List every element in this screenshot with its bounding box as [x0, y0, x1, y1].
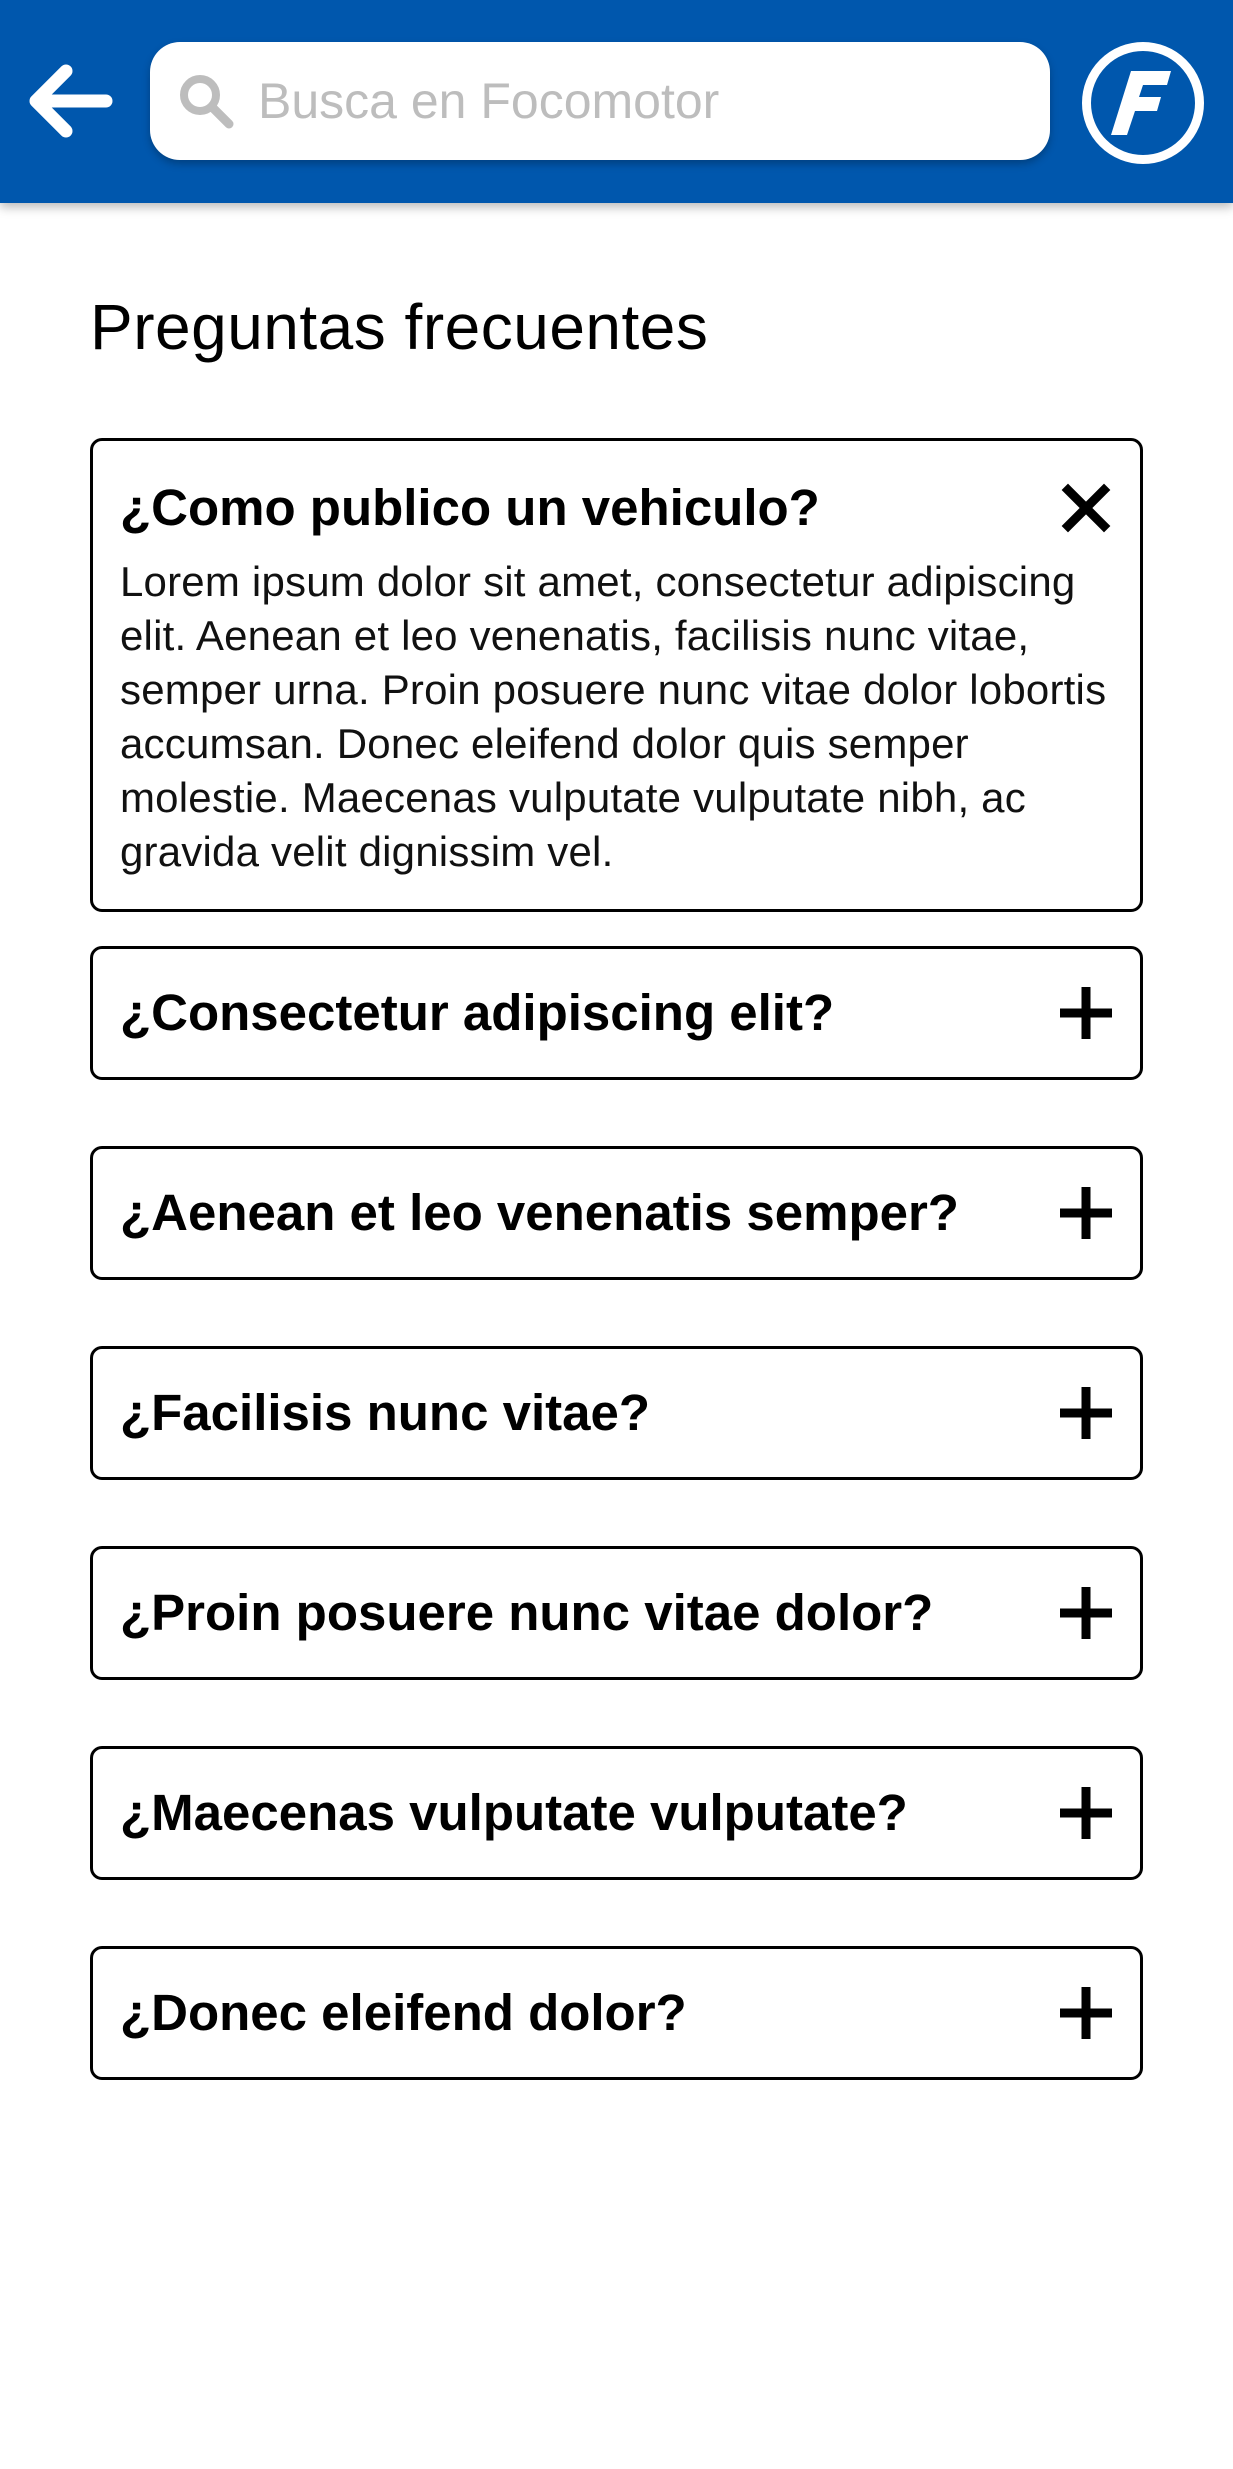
- back-button[interactable]: [24, 55, 116, 147]
- faq-item: ¿Consectetur adipiscing elit?: [90, 946, 1143, 1080]
- faq-item: ¿Como publico un vehiculo? Lorem ipsum d…: [90, 438, 1143, 912]
- faq-header[interactable]: ¿Donec eleifend dolor?: [93, 1949, 1140, 2077]
- faq-item: ¿Facilisis nunc vitae?: [90, 1346, 1143, 1480]
- faq-header[interactable]: ¿Como publico un vehiculo?: [93, 441, 1140, 539]
- plus-icon[interactable]: [1058, 985, 1114, 1041]
- faq-header[interactable]: ¿Maecenas vulputate vulputate?: [93, 1749, 1140, 1877]
- search-input[interactable]: [258, 61, 1018, 141]
- faq-item: ¿Aenean et leo venenatis semper?: [90, 1146, 1143, 1280]
- faq-question: ¿Facilisis nunc vitae?: [120, 1384, 650, 1441]
- faq-header[interactable]: ¿Aenean et leo venenatis semper?: [93, 1149, 1140, 1277]
- faq-header[interactable]: ¿Facilisis nunc vitae?: [93, 1349, 1140, 1477]
- focomotor-logo[interactable]: [1082, 42, 1204, 164]
- faq-item: ¿Proin posuere nunc vitae dolor?: [90, 1546, 1143, 1680]
- faq-question: ¿Proin posuere nunc vitae dolor?: [120, 1584, 934, 1641]
- faq-header[interactable]: ¿Proin posuere nunc vitae dolor?: [93, 1549, 1140, 1677]
- faq-item: ¿Maecenas vulputate vulputate?: [90, 1746, 1143, 1880]
- faq-question: ¿Aenean et leo venenatis semper?: [120, 1184, 959, 1241]
- faq-question: ¿Como publico un vehiculo?: [120, 479, 820, 536]
- faq-header[interactable]: ¿Consectetur adipiscing elit?: [93, 949, 1140, 1077]
- plus-icon[interactable]: [1058, 1785, 1114, 1841]
- faq-question: ¿Consectetur adipiscing elit?: [120, 984, 835, 1041]
- plus-icon[interactable]: [1058, 1585, 1114, 1641]
- plus-icon[interactable]: [1058, 1985, 1114, 2041]
- faq-question: ¿Maecenas vulputate vulputate?: [120, 1784, 908, 1841]
- faq-answer: Lorem ipsum dolor sit amet, consectetur …: [120, 558, 1107, 875]
- faq-item: ¿Donec eleifend dolor?: [90, 1946, 1143, 2080]
- search-icon: [180, 75, 234, 129]
- focomotor-logo-glyph: [1111, 71, 1171, 135]
- plus-icon[interactable]: [1058, 1385, 1114, 1441]
- close-icon[interactable]: [1058, 480, 1114, 536]
- page-title: Preguntas frecuentes: [90, 291, 709, 363]
- top-app-bar: [0, 0, 1233, 203]
- arrow-left-icon: [29, 64, 113, 138]
- plus-icon[interactable]: [1058, 1185, 1114, 1241]
- search-bar[interactable]: [150, 42, 1050, 160]
- faq-list: ¿Como publico un vehiculo? Lorem ipsum d…: [90, 438, 1143, 2146]
- faq-question: ¿Donec eleifend dolor?: [120, 1984, 687, 2041]
